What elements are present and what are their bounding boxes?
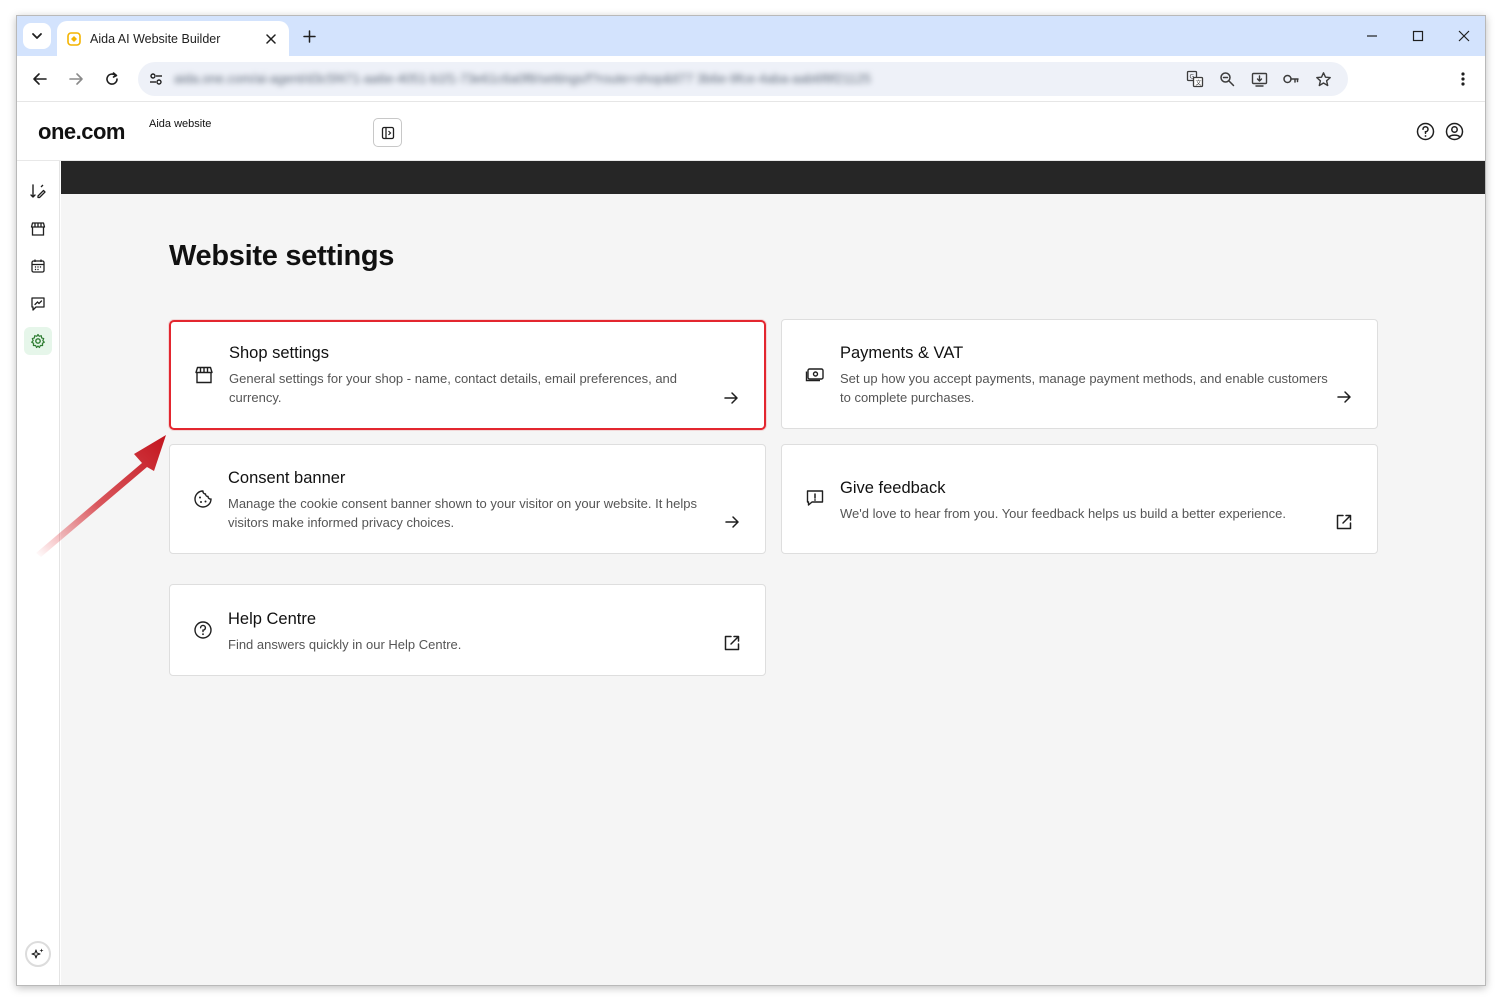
rail-item-editor[interactable] [24,177,52,205]
help-button[interactable] [1414,120,1436,142]
star-icon [1315,71,1331,86]
install-icon [1251,72,1267,87]
browser-menu-button[interactable] [1453,69,1473,89]
plus-icon [302,29,316,43]
chart-icon [31,297,45,311]
key-icon [1283,74,1299,84]
maximize-icon [1412,30,1424,42]
close-window-button[interactable] [1449,24,1479,48]
card-description: We'd love to hear from you. Your feedbac… [840,506,1286,521]
browser-tab[interactable]: Aida AI Website Builder [57,21,289,56]
consent-banner-card[interactable]: Consent banner Manage the cookie consent… [169,444,766,554]
arrow-left-icon [33,73,47,85]
card-description: Manage the cookie consent banner shown t… [228,496,697,530]
rail-item-shop[interactable] [24,215,52,243]
card-title: Give feedback [840,479,946,497]
bookmark-button[interactable] [1313,69,1333,89]
payments-vat-card[interactable]: Payments & VAT Set up how you accept pay… [781,319,1378,429]
back-button[interactable] [28,67,52,91]
maximize-button[interactable] [1403,24,1433,48]
arrow-right-icon[interactable] [721,511,743,533]
zoom-out-icon [1220,72,1235,87]
svg-text:G: G [1190,74,1195,81]
more-vertical-icon [1461,72,1465,86]
close-icon [1458,30,1470,42]
card-title: Payments & VAT [840,344,964,362]
external-link-icon[interactable] [721,632,743,654]
tab-title: Aida AI Website Builder [90,31,221,46]
card-title: Shop settings [229,344,329,362]
install-app-button[interactable] [1249,69,1269,89]
favicon-icon [67,31,81,46]
account-button[interactable] [1443,120,1465,142]
edit-icon [30,184,46,199]
left-rail [17,161,60,985]
payment-icon [804,363,826,385]
minimize-icon [1367,35,1377,37]
help-circle-icon [192,619,214,641]
brand-logo[interactable]: one.com [38,119,125,145]
url-text: aida.one.com/ai-agent/d3c5f471-aa6e-4051… [174,71,871,86]
feedback-icon [804,487,826,509]
help-centre-card[interactable]: Help Centre Find answers quickly in our … [169,584,766,676]
card-description: General settings for your shop - name, c… [229,371,678,405]
reload-button[interactable] [100,67,124,91]
forward-button[interactable] [64,67,88,91]
browser-window: Aida AI Website Builder aida.one.com/ai-… [16,15,1486,986]
zoom-button[interactable] [1217,69,1237,89]
password-manager-button[interactable] [1281,69,1301,89]
browser-toolbar: aida.one.com/ai-agent/d3c5f471-aa6e-4051… [17,56,1485,102]
new-tab-button[interactable] [299,26,319,46]
svg-text:文: 文 [1196,79,1202,87]
tab-search-button[interactable] [23,23,51,49]
card-description: Set up how you accept payments, manage p… [840,371,1328,405]
app-header: one.com Aida website [17,102,1485,161]
ai-assistant-button[interactable] [25,941,51,967]
tab-close-icon[interactable] [263,31,279,47]
cookie-icon [192,488,214,510]
reload-icon [106,72,118,85]
card-description: Find answers quickly in our Help Centre. [228,637,462,652]
tune-icon [150,73,162,85]
calendar-icon [31,259,45,273]
translate-icon: G文 [1186,70,1204,88]
translate-button[interactable]: G文 [1185,69,1205,89]
rail-item-analytics[interactable] [24,290,52,318]
help-circle-icon [1416,122,1434,140]
panel-toggle-button[interactable] [373,118,402,147]
card-title: Consent banner [228,469,346,487]
rail-item-calendar[interactable] [24,252,52,280]
user-circle-icon [1445,122,1463,140]
give-feedback-card[interactable]: Give feedback We'd love to hear from you… [781,444,1378,554]
site-name: Aida website [149,118,212,130]
address-bar[interactable]: aida.one.com/ai-agent/d3c5f471-aa6e-4051… [138,62,1348,96]
site-info-button[interactable] [146,69,166,89]
settings-main: Website settings Shop settings General s… [61,194,1485,985]
top-dark-bar [61,161,1485,194]
minimize-button[interactable] [1357,24,1387,48]
gear-icon [31,333,45,349]
shop-settings-card[interactable]: Shop settings General settings for your … [169,320,766,430]
arrow-right-icon[interactable] [720,387,742,409]
sparkle-icon [31,948,44,959]
rail-item-settings[interactable] [24,327,52,355]
card-title: Help Centre [228,610,317,628]
arrow-right-icon[interactable] [1333,386,1355,408]
chevron-down-icon [32,33,42,39]
external-link-icon[interactable] [1333,511,1355,533]
arrow-right-icon [69,73,83,85]
store-icon [30,222,46,236]
sidebar-toggle-icon [381,126,394,139]
page-title: Website settings [169,240,395,272]
tab-strip: Aida AI Website Builder [17,16,1485,56]
store-icon [193,364,215,386]
